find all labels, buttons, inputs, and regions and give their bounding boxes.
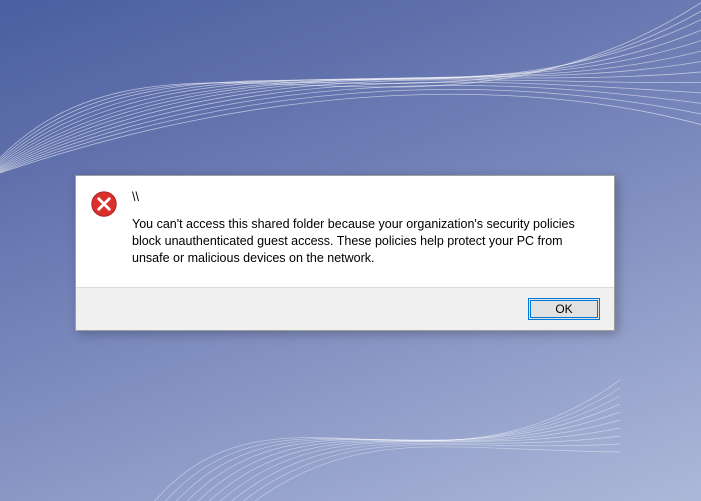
dialog-body: \\ You can't access this shared folder b…	[76, 176, 614, 287]
error-icon	[90, 190, 118, 218]
ok-button[interactable]: OK	[528, 298, 600, 320]
dialog-message: You can't access this shared folder beca…	[132, 216, 596, 267]
dialog-text-block: \\ You can't access this shared folder b…	[132, 190, 596, 267]
dialog-footer: OK	[76, 287, 614, 330]
error-dialog: \\ You can't access this shared folder b…	[75, 175, 615, 331]
dialog-title: \\	[132, 190, 596, 204]
